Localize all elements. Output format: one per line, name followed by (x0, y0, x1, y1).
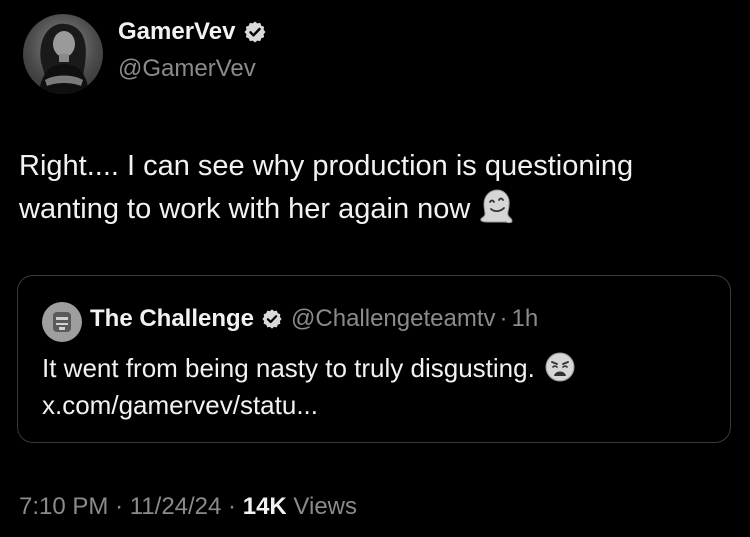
author-handle[interactable]: @GamerVev (118, 55, 256, 83)
views-label: Views (293, 493, 358, 520)
author-avatar[interactable] (23, 14, 103, 94)
quoted-timestamp[interactable]: 1h (512, 305, 539, 333)
avatar-photo (39, 23, 89, 94)
tweet-meta: 7:10 PM · 11/24/24 · 14K Views (19, 493, 357, 521)
quoted-author-avatar[interactable] (42, 302, 82, 342)
author-display-name[interactable]: GamerVev (118, 18, 235, 46)
tweet-time[interactable]: 7:10 PM (19, 493, 108, 520)
quoted-link[interactable]: x.com/gamervev/statu... (42, 390, 318, 420)
tweet-text-content: Right.... I can see why production is qu… (19, 150, 642, 225)
quoted-tweet-card[interactable]: The Challenge @Challengeteamtv · 1h It w… (17, 275, 731, 443)
tweet-date[interactable]: 11/24/24 (130, 493, 222, 520)
quoted-tweet-header: The Challenge @Challengeteamtv · 1h (90, 305, 538, 333)
challenge-logo-icon (42, 302, 82, 342)
quoted-text-content: It went from being nasty to truly disgus… (42, 353, 535, 383)
weary-face-icon (545, 352, 575, 382)
quoted-display-name[interactable]: The Challenge (90, 305, 254, 333)
quoted-tweet-text: It went from being nasty to truly disgus… (42, 350, 712, 424)
tweet-text: Right.... I can see why production is qu… (19, 145, 734, 231)
views-count[interactable]: 14K (243, 493, 287, 520)
quoted-verified-badge-icon[interactable] (261, 308, 283, 330)
quoted-separator: · (499, 305, 508, 332)
quoted-handle[interactable]: @Challengeteamtv (291, 305, 495, 333)
verified-badge-icon[interactable] (243, 20, 267, 44)
meta-separator: · (115, 493, 124, 520)
author-name-row: GamerVev (118, 18, 267, 46)
meta-separator: · (228, 493, 237, 520)
melting-face-icon (480, 189, 513, 224)
